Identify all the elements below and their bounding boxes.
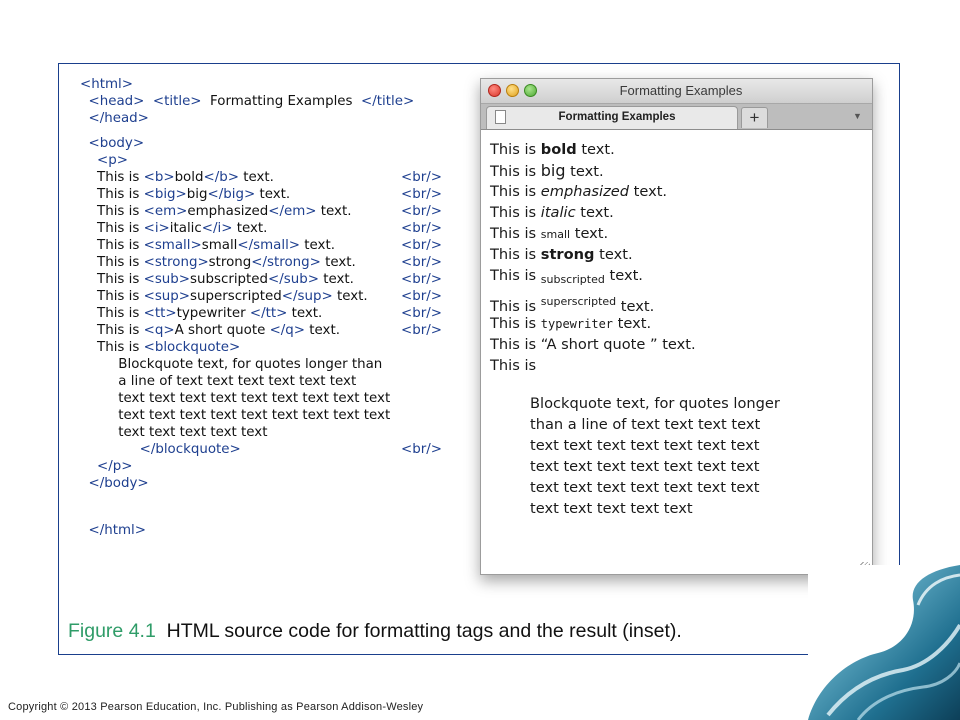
br-tag: <br/>: [401, 442, 442, 457]
br-tag: <br/>: [401, 255, 442, 270]
code-line: This is <sup>superscripted</sup> text.: [80, 289, 368, 304]
br-tag: <br/>: [401, 238, 442, 253]
code-line: <head> <title> Formatting Examples </tit…: [88, 94, 415, 109]
code-line: </body>: [88, 476, 149, 491]
br-tag: <br/>: [401, 306, 442, 321]
code-line: This is <sub>subscripted</sub> text.: [80, 272, 354, 287]
code-line: </html>: [88, 523, 146, 538]
code-line: This is <big>big</big> text.: [80, 187, 291, 202]
code-line: This is <tt>typewriter </tt> text.: [80, 306, 323, 321]
br-tag: <br/>: [401, 170, 442, 185]
chevron-down-icon[interactable]: ▼: [853, 111, 862, 121]
title-bar: Formatting Examples: [481, 79, 872, 104]
wave-image: [808, 565, 960, 720]
rendered-line-big: This is big text.: [490, 161, 604, 180]
code-line: </blockquote>: [139, 442, 241, 457]
code-line: a line of text text text text text text: [80, 374, 357, 389]
code-line: <body>: [88, 136, 145, 151]
code-line: Blockquote text, for quotes longer than: [80, 357, 383, 372]
br-tag: <br/>: [401, 323, 442, 338]
br-tag: <br/>: [401, 204, 442, 219]
br-tag: <br/>: [401, 187, 442, 202]
rendered-line-subscripted: This is subscripted text.: [490, 267, 643, 286]
code-line: This is <i>italic</i> text.: [80, 221, 268, 236]
code-line: This is <strong>strong</strong> text.: [80, 255, 356, 270]
code-line: This is <em>emphasized</em> text.: [80, 204, 352, 219]
code-line: text text text text text: [80, 425, 268, 440]
close-window-button[interactable]: [488, 84, 501, 97]
code-line: This is <blockquote>: [80, 340, 241, 355]
code-line: <p>: [97, 153, 128, 168]
blockquote-line: text text text text text: [530, 500, 693, 517]
code-line: text text text text text text text text …: [80, 391, 391, 406]
code-line: This is <small>small</small> text.: [80, 238, 335, 253]
tab-label: Formatting Examples: [558, 111, 676, 123]
rendered-line-quote: This is “A short quote ” text.: [490, 336, 696, 353]
page-icon: [495, 110, 506, 124]
code-line: This is <q>A short quote </q> text.: [80, 323, 340, 338]
blockquote-line: text text text text text text text: [530, 479, 760, 496]
blockquote-line: text text text text text text text: [530, 437, 760, 454]
window-title: Formatting Examples: [619, 83, 743, 98]
zoom-window-button[interactable]: [524, 84, 537, 97]
figure-caption: Figure 4.1 HTML source code for formatti…: [68, 620, 682, 643]
tab-formatting-examples[interactable]: Formatting Examples: [486, 106, 738, 129]
rendered-line-strong: This is strong text.: [490, 246, 633, 263]
blockquote-line: than a line of text text text text: [530, 416, 761, 433]
blockquote-line: Blockquote text, for quotes longer: [530, 395, 780, 412]
code-line: text text text text text text text text …: [80, 408, 391, 423]
rendered-line-blockquote-intro: This is: [490, 357, 537, 374]
browser-window: Formatting Examples Formatting Examples …: [480, 78, 873, 575]
code-line: <html>: [80, 77, 133, 92]
rendered-line-bold: This is bold text.: [490, 141, 615, 158]
new-tab-button[interactable]: +: [741, 107, 768, 128]
br-tag: <br/>: [401, 221, 442, 236]
minimize-window-button[interactable]: [506, 84, 519, 97]
rendered-line-italic: This is italic text.: [490, 204, 614, 221]
rendered-line-small: This is small text.: [490, 225, 609, 242]
copyright-notice: Copyright © 2013 Pearson Education, Inc.…: [8, 701, 424, 713]
code-line: </p>: [97, 459, 133, 474]
rendered-line-typewriter: This is typewriter text.: [490, 315, 652, 332]
rendered-line-emphasized: This is emphasized text.: [490, 183, 668, 200]
tab-bar: Formatting Examples + ▼: [481, 104, 872, 130]
caption-text: HTML source code for formatting tags and…: [166, 620, 682, 642]
code-line: This is <b>bold</b> text.: [80, 170, 274, 185]
code-line: </head>: [88, 111, 149, 126]
br-tag: <br/>: [401, 289, 442, 304]
blockquote-line: text text text text text text text: [530, 458, 760, 475]
figure-number: Figure 4.1: [68, 620, 156, 642]
br-tag: <br/>: [401, 272, 442, 287]
